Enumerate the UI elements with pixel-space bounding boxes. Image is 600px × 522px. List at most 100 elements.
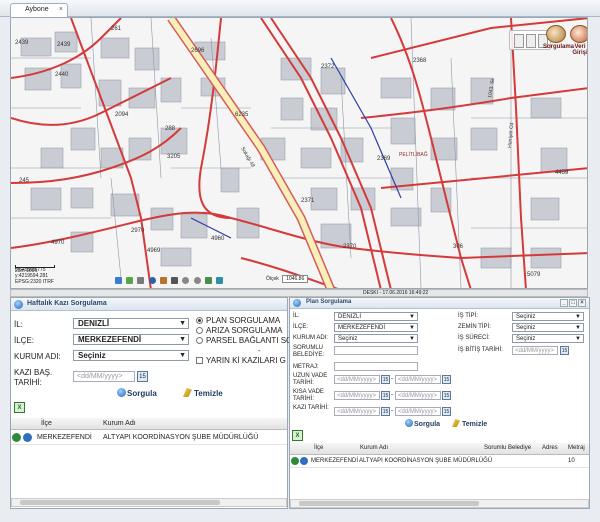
horizontal-scrollbar[interactable] bbox=[290, 499, 589, 508]
kazi-date-input[interactable]: <dd/MM/yyyy> bbox=[73, 371, 135, 382]
r-sorgula-label: Sorgula bbox=[414, 421, 441, 428]
ilce-select[interactable]: MERKEZEFENDİ ▼ bbox=[73, 334, 189, 345]
bookmark-icon[interactable] bbox=[159, 277, 167, 284]
ruler-icon[interactable] bbox=[171, 277, 179, 284]
r-il-select[interactable]: DENIZLİ ▼ bbox=[334, 312, 418, 321]
detail-row-icon[interactable] bbox=[23, 433, 32, 442]
r-is-tipi-select[interactable]: Seçiniz ▼ bbox=[512, 312, 584, 321]
r-kurum-value: Seçiniz bbox=[338, 336, 358, 342]
r-kazi-start-input[interactable]: <dd/MM/yyyy> bbox=[334, 407, 380, 416]
horizontal-scrollbar[interactable] bbox=[11, 498, 287, 507]
il-value: DENIZLİ bbox=[78, 319, 110, 328]
print-icon[interactable] bbox=[137, 277, 145, 284]
r-temizle-button[interactable]: Temizle bbox=[452, 419, 487, 428]
r-kazi-end-input[interactable]: <dd/MM/yyyy> bbox=[395, 407, 441, 416]
layers-icon[interactable] bbox=[126, 277, 134, 284]
parcel-label: 4459 bbox=[555, 170, 569, 176]
zoom-in-icon[interactable] bbox=[182, 277, 190, 284]
calendar-icon[interactable]: 15 bbox=[137, 371, 148, 382]
pan-tool-icon[interactable] bbox=[526, 34, 536, 48]
calendar-icon[interactable]: 15 bbox=[560, 346, 569, 355]
ilce-label: İLÇE: bbox=[14, 336, 35, 345]
temizle-label: Temizle bbox=[194, 389, 223, 398]
kazi-label: KAZI BAŞ. TARİHİ: bbox=[14, 368, 53, 387]
r-is-sureci-select[interactable]: Seçiniz ▼ bbox=[512, 334, 584, 343]
excel-export-icon[interactable]: X bbox=[292, 430, 303, 441]
col-ilce[interactable]: İlçe bbox=[41, 420, 52, 427]
yarin-checkbox[interactable] bbox=[196, 357, 203, 364]
calendar-icon[interactable]: 15 bbox=[381, 375, 390, 384]
scrollbar-thumb[interactable] bbox=[20, 500, 220, 505]
olcek-value[interactable]: 1046.86 bbox=[282, 275, 309, 283]
parcel-label: 4970 bbox=[51, 240, 65, 246]
r-ilce-select[interactable]: MERKEZEFENDİ ▼ bbox=[334, 323, 418, 332]
tab-aybone[interactable]: Aybone × bbox=[10, 3, 68, 17]
tab-close-icon[interactable]: × bbox=[59, 6, 63, 13]
r-sorgula-button[interactable]: Sorgula bbox=[405, 419, 440, 428]
radio-plan-label: PLAN SORGULAMA bbox=[206, 316, 281, 325]
zoom-out-icon[interactable] bbox=[193, 277, 201, 284]
maximize-icon[interactable]: □ bbox=[569, 299, 577, 307]
parcel-label: 245 bbox=[19, 178, 30, 184]
temizle-button[interactable]: Temizle bbox=[183, 388, 223, 398]
col-metraj[interactable]: Metraj bbox=[568, 445, 585, 451]
table-row[interactable]: MERKEZEFENDİ ALTYAPI KOORDİNASYON ŞUBE M… bbox=[290, 456, 589, 468]
detail-row-icon[interactable] bbox=[300, 457, 308, 465]
r-is-bitis-input[interactable]: <dd/MM/yyyy> bbox=[512, 346, 558, 355]
parcel-label: 2696 bbox=[191, 48, 205, 54]
dash-label: - bbox=[258, 346, 261, 355]
col-adres[interactable]: Adres bbox=[542, 445, 558, 451]
kurum-value: Seçiniz bbox=[78, 351, 106, 360]
col-ilce[interactable]: İlçe bbox=[314, 445, 323, 451]
table-row[interactable]: MERKEZEFENDİ ALTYAPI KOORDİNASYON ŞUBE M… bbox=[11, 431, 287, 445]
radio-parsel[interactable] bbox=[196, 337, 203, 344]
scrollbar-thumb[interactable] bbox=[299, 501, 479, 506]
veri-girisi-icon bbox=[570, 25, 587, 43]
minimize-icon[interactable]: _ bbox=[560, 299, 568, 307]
panel-icon bbox=[293, 299, 301, 307]
calendar-icon[interactable]: 15 bbox=[442, 391, 451, 400]
calendar-icon[interactable]: 15 bbox=[381, 407, 390, 416]
refresh-icon[interactable] bbox=[216, 277, 224, 284]
sorgula-button[interactable]: Sorgula bbox=[117, 388, 157, 398]
r-sorumlu-input[interactable] bbox=[334, 346, 418, 355]
app-window: Aybone × 2439 261 2696 2439 2440 2372 23… bbox=[0, 0, 600, 522]
col-kurum[interactable]: Kurum Adı bbox=[103, 420, 136, 427]
r-uzun-end-input[interactable]: <dd/MM/yyyy> bbox=[395, 375, 441, 384]
select-row-icon[interactable] bbox=[291, 457, 299, 465]
map-canvas[interactable]: 2439 261 2696 2439 2440 2372 2368 2094 6… bbox=[11, 18, 588, 289]
r-uzun-start-input[interactable]: <dd/MM/yyyy> bbox=[334, 375, 380, 384]
col-kurum[interactable]: Kurum Adı bbox=[360, 445, 388, 451]
calendar-icon[interactable]: 15 bbox=[381, 391, 390, 400]
r-is-sureci-label: İŞ SÜRECİ: bbox=[458, 335, 490, 341]
layer-tool-icon[interactable] bbox=[514, 34, 524, 48]
r-il-value: DENIZLİ bbox=[338, 314, 362, 320]
home-icon[interactable] bbox=[204, 277, 212, 284]
r-kisa-end-input[interactable]: <dd/MM/yyyy> bbox=[395, 391, 441, 400]
r-zemin-label: ZEMİN TİPİ: bbox=[458, 324, 491, 330]
excel-export-icon[interactable]: X bbox=[14, 402, 25, 413]
veri-girisi-button[interactable]: Veri Girişi bbox=[567, 25, 587, 56]
sorgulama-button[interactable]: Sorgulama bbox=[543, 25, 574, 50]
r-metraj-input[interactable] bbox=[334, 362, 418, 371]
calendar-icon[interactable]: 15 bbox=[442, 407, 451, 416]
r-zemin-select[interactable]: Seçiniz ▼ bbox=[512, 323, 584, 332]
calendar-icon[interactable]: 15 bbox=[442, 375, 451, 384]
close-icon[interactable]: × bbox=[578, 299, 586, 307]
radio-ariza[interactable] bbox=[196, 327, 203, 334]
kurum-select[interactable]: Seçiniz ▼ bbox=[73, 350, 189, 361]
chevron-down-icon: ▼ bbox=[179, 320, 186, 327]
radio-plan[interactable] bbox=[196, 317, 203, 324]
il-select[interactable]: DENIZLİ ▼ bbox=[73, 318, 189, 329]
search-icon bbox=[405, 419, 413, 427]
parcel-label: 2094 bbox=[115, 112, 129, 118]
r-sorumlu-label: SORUMLU BELEDİYE: bbox=[293, 345, 325, 358]
r-metraj-label: METRAJ: bbox=[293, 364, 319, 370]
globe-icon[interactable] bbox=[148, 277, 156, 284]
map-view[interactable]: 2439 261 2696 2439 2440 2372 2368 2094 6… bbox=[10, 17, 588, 289]
info-icon[interactable] bbox=[115, 277, 122, 284]
select-row-icon[interactable] bbox=[12, 433, 21, 442]
r-kisa-start-input[interactable]: <dd/MM/yyyy> bbox=[334, 391, 380, 400]
col-belediye[interactable]: Sorumlu Belediye bbox=[484, 445, 531, 451]
r-kurum-select[interactable]: Seçiniz ▼ bbox=[334, 334, 418, 343]
